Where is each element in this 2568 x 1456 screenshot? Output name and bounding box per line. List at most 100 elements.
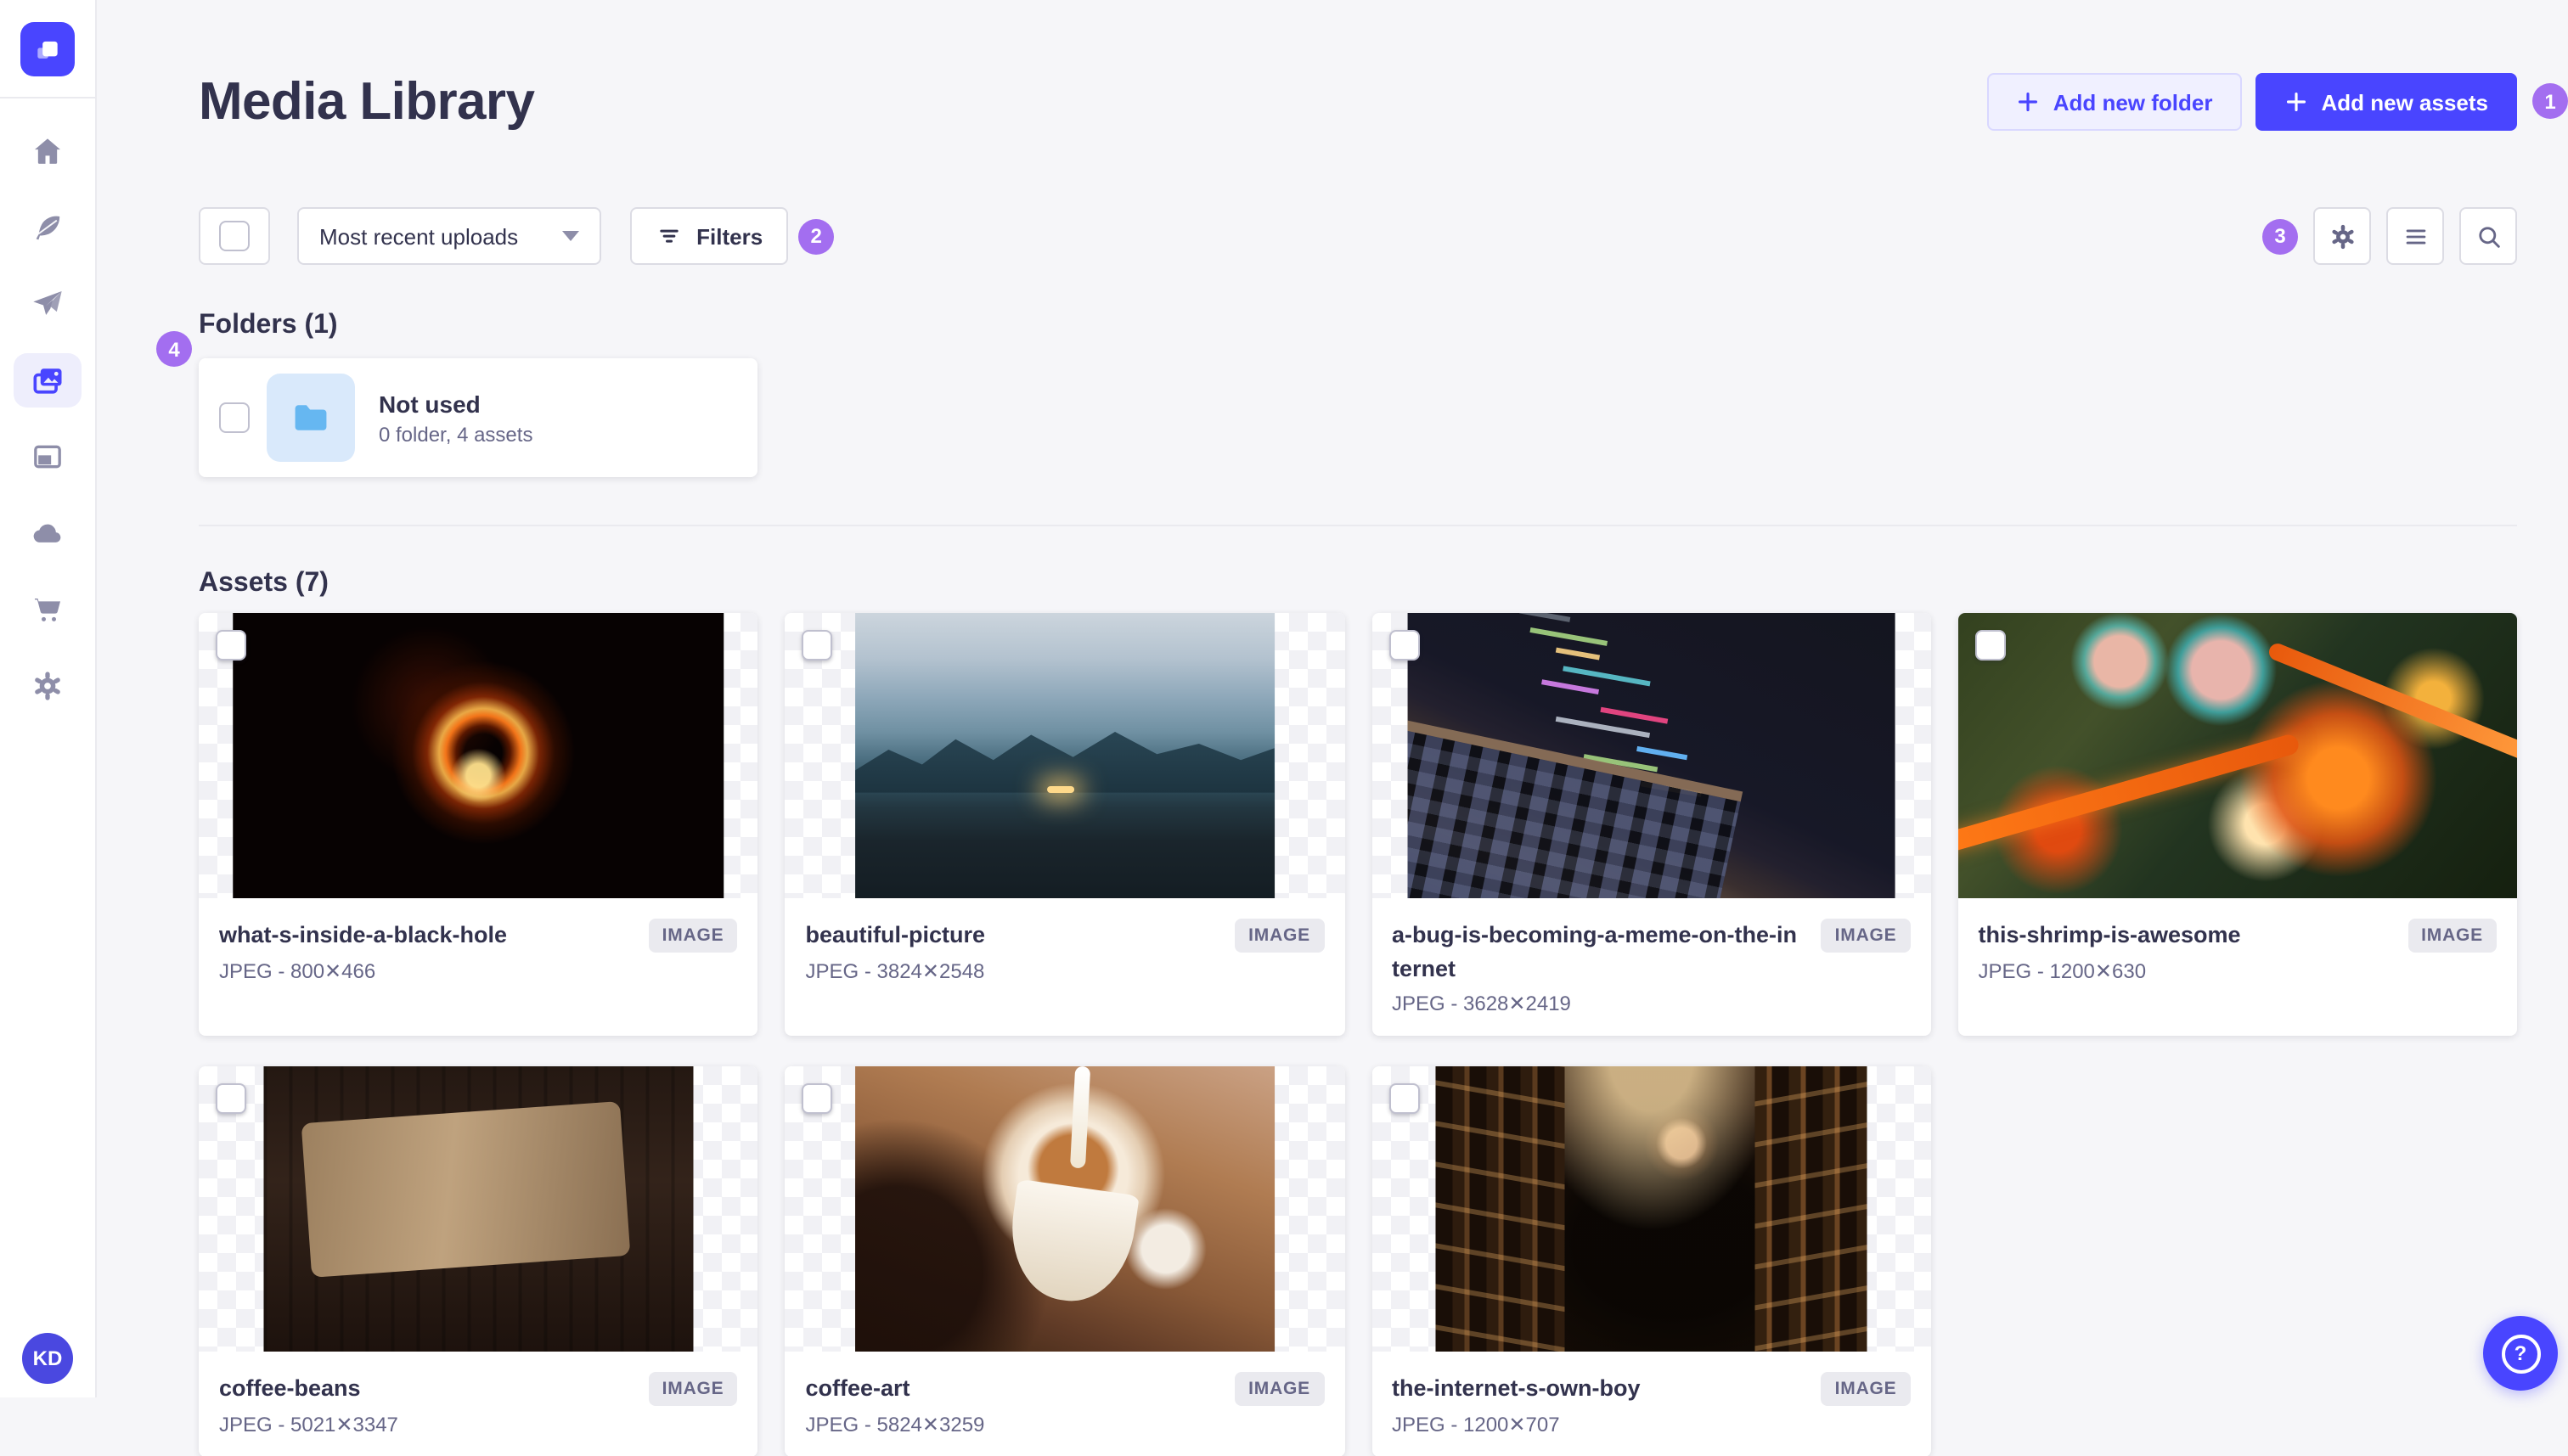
paper-plane-icon xyxy=(33,291,62,315)
asset-image xyxy=(1435,1066,1867,1352)
folder-checkbox[interactable] xyxy=(219,402,250,433)
strapi-logo-icon[interactable] xyxy=(20,22,75,76)
asset-footer: beautiful-picture JPEG - 3824✕2548 IMAGE xyxy=(786,898,1345,1036)
asset-checkbox[interactable] xyxy=(1388,630,1419,661)
folder-card[interactable]: Not used 0 folder, 4 assets xyxy=(199,358,757,477)
add-new-folder-button[interactable]: Add new folder xyxy=(1986,73,2242,131)
asset-meta: JPEG - 1200✕707 xyxy=(1392,1412,1560,1436)
sidebar-item-cloud[interactable] xyxy=(14,506,82,560)
asset-thumbnail-area xyxy=(199,1066,758,1352)
help-button[interactable] xyxy=(2483,1316,2558,1391)
assets-heading: Assets (7) xyxy=(199,569,329,598)
asset-checkbox[interactable] xyxy=(1974,630,2006,661)
asset-type-badge: IMAGE xyxy=(1821,919,1911,953)
asset-card[interactable]: this-shrimp-is-awesome JPEG - 1200✕630 I… xyxy=(1957,613,2517,1037)
asset-thumbnail-area xyxy=(1371,1066,1931,1352)
asset-type-badge: IMAGE xyxy=(1235,1372,1324,1407)
folder-tile xyxy=(267,374,355,462)
content-window-icon xyxy=(34,445,61,469)
asset-thumbnail-area xyxy=(199,613,758,898)
assets-section: Assets (7) what-s-inside-a-black-hole JP… xyxy=(199,569,2517,1456)
sidebar-divider xyxy=(0,97,95,98)
asset-checkbox[interactable] xyxy=(802,630,833,661)
asset-texts: what-s-inside-a-black-hole JPEG - 800✕46… xyxy=(219,919,507,982)
asset-checkbox[interactable] xyxy=(216,1083,246,1115)
asset-card[interactable]: beautiful-picture JPEG - 3824✕2548 IMAGE xyxy=(785,613,1345,1037)
cart-icon xyxy=(35,599,60,621)
asset-meta: JPEG - 800✕466 xyxy=(219,958,376,983)
header-actions: Add new folder Add new assets 1 xyxy=(1986,73,2568,131)
asset-card[interactable]: coffee-art JPEG - 5824✕3259 IMAGE xyxy=(785,1066,1345,1456)
asset-checkbox[interactable] xyxy=(216,630,246,661)
folder-texts: Not used 0 folder, 4 assets xyxy=(379,390,532,446)
page-header: Media Library Add new folder Add new ass… xyxy=(199,71,2568,132)
select-all-checkbox[interactable] xyxy=(219,221,250,251)
asset-texts: beautiful-picture JPEG - 3824✕2548 xyxy=(806,919,986,982)
view-settings-button[interactable] xyxy=(2313,207,2371,265)
assets-grid: what-s-inside-a-black-hole JPEG - 800✕46… xyxy=(199,613,2517,1456)
asset-meta: JPEG - 1200✕630 xyxy=(1978,958,2147,983)
asset-footer: the-internet-s-own-boy JPEG - 1200✕707 I… xyxy=(1371,1352,1931,1456)
asset-type-badge: IMAGE xyxy=(2408,919,2497,953)
asset-meta: JPEG - 5824✕3259 xyxy=(805,1412,985,1436)
asset-thumbnail-area xyxy=(1371,613,1931,898)
asset-card[interactable]: a-bug-is-becoming-a-meme-on-the-internet… xyxy=(1371,613,1931,1037)
search-icon xyxy=(2478,226,2499,247)
asset-title: coffee-beans xyxy=(219,1375,361,1402)
folders-heading: Folders (1) xyxy=(199,311,338,340)
user-avatar[interactable]: KD xyxy=(22,1333,73,1384)
search-button[interactable] xyxy=(2459,207,2517,265)
home-icon xyxy=(35,138,60,164)
sort-dropdown-value: Most recent uploads xyxy=(319,223,519,249)
sidebar-item-media-library[interactable] xyxy=(14,353,82,408)
sidebar-item-home[interactable] xyxy=(14,124,82,178)
asset-thumbnail-area xyxy=(1957,613,2517,898)
strapi-logo-glyph xyxy=(37,41,58,59)
sort-dropdown[interactable]: Most recent uploads xyxy=(297,207,602,265)
annotation-badge-2: 2 xyxy=(798,218,835,254)
sidebar-item-content[interactable] xyxy=(14,430,82,484)
sidebar-item-marketplace[interactable] xyxy=(14,582,82,637)
list-view-button[interactable] xyxy=(2386,207,2444,265)
asset-thumbnail-area xyxy=(785,613,1344,898)
sidebar-item-send[interactable] xyxy=(14,277,82,331)
asset-meta: JPEG - 5021✕3347 xyxy=(219,1412,398,1436)
sidebar: KD xyxy=(0,0,97,1397)
select-all-button[interactable] xyxy=(199,207,270,265)
asset-image xyxy=(1407,613,1895,898)
asset-thumbnail-area xyxy=(785,1066,1344,1352)
feather-icon xyxy=(36,216,60,240)
sidebar-item-settings[interactable] xyxy=(14,659,82,713)
asset-title: coffee-art xyxy=(805,1375,910,1402)
settings-icon xyxy=(35,672,60,700)
asset-footer: coffee-art JPEG - 5824✕3259 IMAGE xyxy=(786,1352,1345,1456)
add-new-assets-button[interactable]: Add new assets xyxy=(2255,73,2517,131)
asset-checkbox[interactable] xyxy=(1388,1083,1419,1115)
asset-meta: JPEG - 3628✕2419 xyxy=(1392,992,1571,1016)
annotation-badge-1: 1 xyxy=(2532,83,2568,119)
asset-checkbox[interactable] xyxy=(802,1083,833,1115)
annotation-badge-4: 4 xyxy=(156,331,192,367)
main-content: Media Library Add new folder Add new ass… xyxy=(95,0,2568,1456)
asset-footer: a-bug-is-becoming-a-meme-on-the-internet… xyxy=(1371,898,1931,1036)
plus-icon xyxy=(2286,92,2306,112)
asset-image xyxy=(854,1066,1275,1352)
asset-type-badge: IMAGE xyxy=(1235,919,1324,953)
asset-texts: the-internet-s-own-boy JPEG - 1200✕707 xyxy=(1392,1372,1641,1436)
asset-card[interactable]: the-internet-s-own-boy JPEG - 1200✕707 I… xyxy=(1371,1066,1931,1456)
plus-icon xyxy=(2018,92,2037,112)
media-library-icon xyxy=(33,368,62,394)
filters-button[interactable]: Filters xyxy=(630,207,789,265)
asset-title: this-shrimp-is-awesome xyxy=(1978,922,2241,947)
settings-icon xyxy=(2331,223,2353,249)
sidebar-item-feather[interactable] xyxy=(14,200,82,255)
filter-icon xyxy=(660,229,679,243)
asset-texts: coffee-beans JPEG - 5021✕3347 xyxy=(219,1372,398,1436)
folders-section: Folders (1) 4 Not used 0 folder, 4 asset… xyxy=(156,311,2517,477)
add-new-assets-label: Add new assets xyxy=(2321,89,2488,115)
asset-meta: JPEG - 3824✕2548 xyxy=(805,958,985,983)
asset-card[interactable]: coffee-beans JPEG - 5021✕3347 IMAGE xyxy=(199,1066,758,1456)
asset-card[interactable]: what-s-inside-a-black-hole JPEG - 800✕46… xyxy=(199,613,758,1037)
asset-footer: what-s-inside-a-black-hole JPEG - 800✕46… xyxy=(199,898,758,1036)
asset-texts: this-shrimp-is-awesome JPEG - 1200✕630 xyxy=(1979,919,2241,982)
